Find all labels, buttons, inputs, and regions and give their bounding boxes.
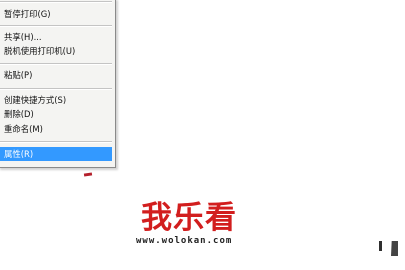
menu-separator xyxy=(0,1,112,3)
menu-item-delete[interactable]: 删除(D) xyxy=(0,107,112,121)
corner-mark xyxy=(379,241,382,251)
menu-separator xyxy=(0,141,112,143)
context-menu: 暂停打印(G) 共享(H)... 脱机使用打印机(U) 粘贴(P) 创建快捷方式… xyxy=(0,0,116,168)
menu-separator xyxy=(0,88,112,90)
menu-item-sharing[interactable]: 共享(H)... xyxy=(0,30,112,44)
menu-item-pause-printing[interactable]: 暂停打印(G) xyxy=(0,7,112,21)
menu-item-use-printer-offline[interactable]: 脱机使用打印机(U) xyxy=(0,44,112,58)
watermark-brand: 我乐看 xyxy=(141,200,237,236)
red-mark xyxy=(83,172,93,177)
menu-item-properties[interactable]: 属性(R) xyxy=(0,147,112,161)
menu-separator xyxy=(0,63,112,65)
watermark-url: www.wolokan.com xyxy=(136,236,233,246)
menu-item-create-shortcut[interactable]: 创建快捷方式(S) xyxy=(0,93,112,107)
menu-separator xyxy=(0,25,112,27)
corner-mark xyxy=(391,241,398,256)
watermark-logo: 我乐看 www.wolokan.com xyxy=(136,200,276,252)
menu-item-rename[interactable]: 重命名(M) xyxy=(0,122,112,136)
menu-item-paste[interactable]: 粘贴(P) xyxy=(0,68,112,82)
